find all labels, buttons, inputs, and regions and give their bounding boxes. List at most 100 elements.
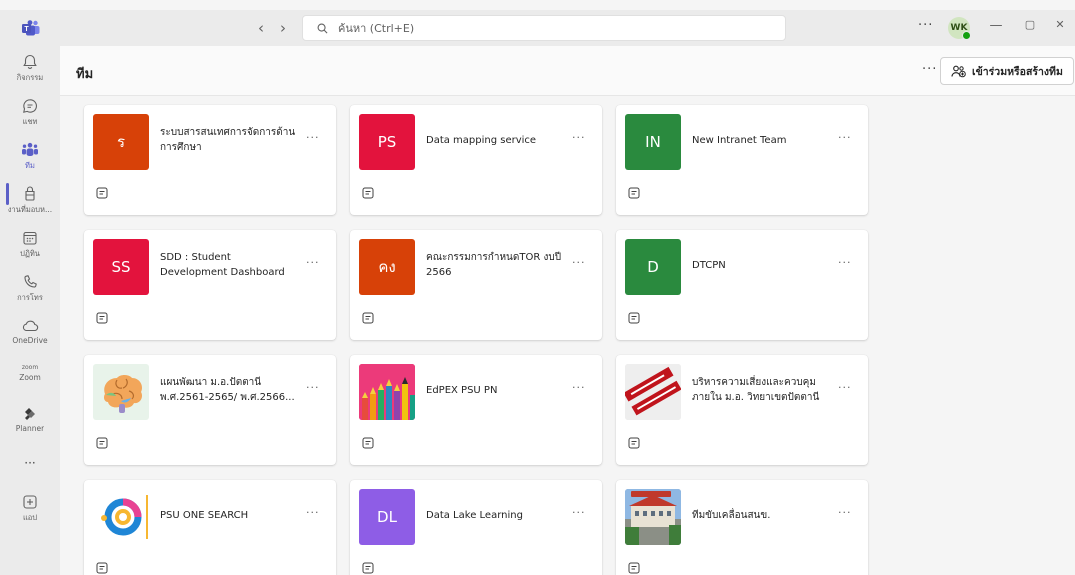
team-card[interactable]: SS SDD : Student Development Dashboard ·… [84,230,336,340]
calendar-icon [23,231,37,245]
rail-label-assignments: งานที่มอบห... [7,205,53,214]
team-avatar: DL [359,489,415,545]
rail-label-zoom: Zoom [19,373,41,382]
close-button[interactable]: ✕ [1052,18,1068,31]
rail-item-assignments[interactable]: งานที่มอบห... [0,186,60,216]
team-card[interactable]: PSU ONE SEARCH ··· [84,480,336,575]
posts-icon[interactable] [96,312,108,324]
rail-label-onedrive: OneDrive [12,336,48,345]
teams-icon [22,142,38,156]
minimize-button[interactable]: — [988,18,1004,33]
team-more-button[interactable]: ··· [838,131,852,144]
rail-item-calls[interactable]: การโทร [0,274,60,304]
team-card[interactable]: IN New Intranet Team ··· [616,105,868,215]
pencils-image [359,364,415,420]
rail-label-calls: การโทร [17,293,43,302]
page-title: ทีม [76,67,94,82]
team-name: บริหารความเสี่ยงและควบคุมภายใน ม.อ. วิทย… [692,377,820,403]
posts-icon[interactable] [628,187,640,199]
team-more-button[interactable]: ··· [838,381,852,394]
team-name: แผนพัฒนา ม.อ.ปัตตานี พ.ศ.2561-2565/ พ.ศ.… [160,377,295,403]
team-more-button[interactable]: ··· [306,256,320,269]
back-button[interactable]: ‹ [252,19,270,37]
team-name: SDD : Student Development Dashboard [160,252,285,278]
posts-icon[interactable] [628,437,640,449]
title-bar: T ‹ › ค้นหา (Ctrl+E) ··· WK — ▢ ✕ [0,10,1075,46]
rail-label-activity: กิจกรรม [16,73,44,82]
team-name: ทีมขับเคลื่อนสนข. [692,510,771,521]
team-card[interactable]: D DTCPN ··· [616,230,868,340]
building-photo [625,489,681,545]
phone-icon [24,275,37,288]
posts-icon[interactable] [96,187,108,199]
rail-item-planner[interactable]: Planner [0,406,60,433]
team-avatar: ร [93,114,149,170]
rail-label-planner: Planner [15,424,45,433]
posts-icon[interactable] [362,312,374,324]
team-name: Data Lake Learning [426,510,523,521]
rail-item-apps[interactable]: แอป [0,494,60,524]
settings-more-button[interactable]: ··· [918,18,933,33]
team-more-button[interactable]: ··· [306,131,320,144]
planner-icon [25,408,35,420]
risk-management-image [625,364,681,420]
posts-icon[interactable] [628,562,640,574]
team-name: PSU ONE SEARCH [160,510,249,521]
team-name: New Intranet Team [692,135,787,146]
app-rail: กิจกรรม แชท ทีม งานที่มอบห... ปฏิทิน การ… [0,46,60,575]
zoom-icon: zoom [21,364,39,371]
rail-item-chat[interactable]: แชท [0,98,60,128]
svg-text:T: T [24,26,29,33]
rail-item-zoom[interactable]: zoom Zoom [0,364,60,382]
posts-icon[interactable] [362,187,374,199]
team-name: ระบบสารสนเทศการจัดการด้านการศึกษา [160,127,296,153]
posts-icon[interactable] [96,562,108,574]
posts-icon[interactable] [362,437,374,449]
search-placeholder: ค้นหา (Ctrl+E) [338,22,415,35]
page-header: ทีม ··· เข้าร่วมหรือสร้างทีม [60,46,1075,96]
teams-logo-icon: T [22,20,40,36]
team-name: คณะกรรมการกำหนดTOR งบปี 2566 [426,252,562,278]
join-or-create-team-button[interactable]: เข้าร่วมหรือสร้างทีม [940,57,1074,85]
team-card[interactable]: EdPEX PSU PN ··· [350,355,602,465]
rail-item-calendar[interactable]: ปฏิทิน [0,230,60,260]
team-more-button[interactable]: ··· [572,131,586,144]
posts-icon[interactable] [362,562,374,574]
team-more-button[interactable]: ··· [306,381,320,394]
search-box[interactable]: ค้นหา (Ctrl+E) [302,15,786,41]
team-more-button[interactable]: ··· [306,506,320,519]
team-more-button[interactable]: ··· [838,256,852,269]
team-card[interactable]: คง คณะกรรมการกำหนดTOR งบปี 2566 ··· [350,230,602,340]
team-more-button[interactable]: ··· [572,381,586,394]
team-card[interactable]: บริหารความเสี่ยงและควบคุมภายใน ม.อ. วิทย… [616,355,868,465]
rail-label-calendar: ปฏิทิน [20,249,40,258]
chat-icon [23,99,37,113]
team-name: EdPEX PSU PN [426,385,498,396]
team-card[interactable]: DL Data Lake Learning ··· [350,480,602,575]
rail-item-onedrive[interactable]: OneDrive [0,318,60,345]
header-more-button[interactable]: ··· [922,62,937,77]
more-icon: ··· [24,456,36,470]
posts-icon[interactable] [96,437,108,449]
join-button-label: เข้าร่วมหรือสร้างทีม [972,65,1063,78]
search-icon [317,23,328,33]
team-card[interactable]: แผนพัฒนา ม.อ.ปัตตานี พ.ศ.2561-2565/ พ.ศ.… [84,355,336,465]
forward-button[interactable]: › [274,19,292,37]
team-more-button[interactable]: ··· [838,506,852,519]
psu-one-search-logo [93,489,149,545]
team-more-button[interactable]: ··· [572,256,586,269]
team-card[interactable]: PS Data mapping service ··· [350,105,602,215]
rail-item-teams[interactable]: ทีม [0,142,60,172]
presence-available-icon [962,31,971,40]
team-avatar: SS [93,239,149,295]
brain-image [93,364,149,420]
rail-item-activity[interactable]: กิจกรรม [0,54,60,84]
posts-icon[interactable] [628,312,640,324]
restore-button[interactable]: ▢ [1022,18,1038,31]
team-card[interactable]: ร ระบบสารสนเทศการจัดการด้านการศึกษา ··· [84,105,336,215]
people-add-icon [951,65,966,77]
team-more-button[interactable]: ··· [572,506,586,519]
team-card[interactable]: ทีมขับเคลื่อนสนข. ··· [616,480,868,575]
team-avatar: IN [625,114,681,170]
rail-item-more[interactable]: ··· [0,454,60,470]
